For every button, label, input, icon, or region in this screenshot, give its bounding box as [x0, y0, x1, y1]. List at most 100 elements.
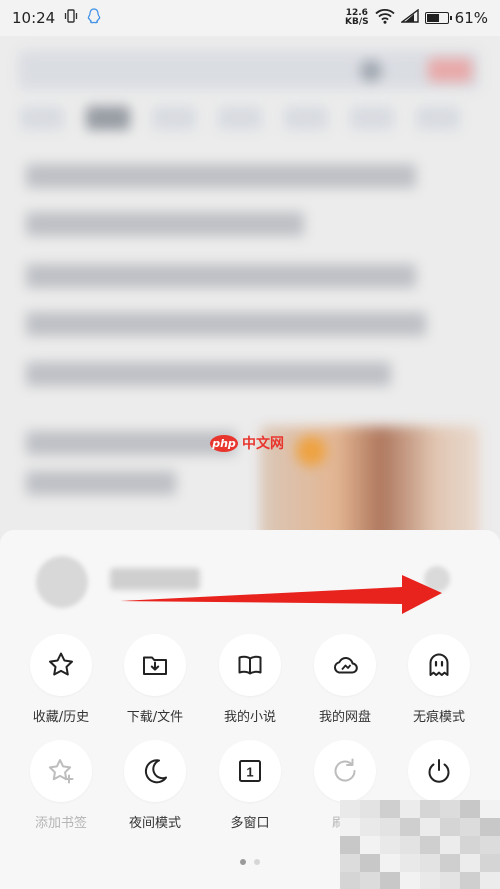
cloud-icon [314, 634, 376, 696]
mosaic-tile [440, 818, 460, 836]
page-dot-active [240, 859, 246, 865]
mosaic-tile [360, 836, 380, 854]
battery-percent: 61% [454, 9, 488, 27]
ghost-icon [408, 634, 470, 696]
blurred-search-bar [18, 50, 480, 90]
mosaic-tile [400, 836, 420, 854]
mosaic-tile [360, 872, 380, 889]
avatar[interactable] [36, 556, 88, 608]
blurred-search-icon [360, 60, 382, 82]
menu-item-label: 添加书签 [34, 816, 87, 831]
mosaic-tile [340, 818, 360, 836]
mosaic-tile [380, 800, 400, 818]
blurred-background-page [0, 36, 500, 556]
menu-item-label: 收藏/历史 [32, 710, 90, 725]
book-icon [219, 634, 281, 696]
network-speed: 12.6 KB/S [345, 9, 369, 27]
menu-item-label: 下载/文件 [126, 710, 184, 725]
page-dot [254, 859, 260, 865]
window-count: 1 [246, 765, 253, 780]
mosaic-tile [340, 800, 360, 818]
menu-item-downloads-files[interactable]: 下载/文件 [109, 634, 201, 734]
network-speed-unit: KB/S [345, 17, 369, 27]
mosaic-tile [340, 854, 360, 872]
mosaic-tile [460, 836, 480, 854]
menu-item-night-mode[interactable]: 夜间模式 [109, 740, 201, 840]
watermark: php 中文网 [210, 433, 284, 453]
mosaic-tile [460, 818, 480, 836]
mosaic-tile [380, 872, 400, 889]
mosaic-tile [480, 800, 500, 818]
menu-item-label: 多窗口 [230, 816, 270, 831]
battery-level [426, 14, 439, 22]
signal-icon [399, 8, 419, 27]
menu-item-multi-window[interactable]: 1 多窗口 [204, 740, 296, 840]
mosaic-tile [420, 800, 440, 818]
mosaic-tile [440, 872, 460, 889]
mosaic-tile [400, 872, 420, 889]
mosaic-tile [380, 836, 400, 854]
blurred-article-line [26, 312, 426, 336]
window-count-icon: 1 [219, 740, 281, 802]
qq-notification-icon [87, 8, 101, 28]
mosaic-tile [420, 872, 440, 889]
user-account-row[interactable] [0, 530, 500, 626]
mosaic-tile [480, 836, 500, 854]
status-bar: 10:24 12.6 KB/S 61% [0, 0, 500, 36]
power-icon [408, 740, 470, 802]
blurred-article-line [26, 164, 416, 188]
mosaic-tile [400, 854, 420, 872]
watermark-logo: php [210, 434, 238, 452]
mosaic-tile [460, 800, 480, 818]
blurred-article-line [26, 264, 416, 288]
vibrate-icon [63, 9, 79, 27]
blurred-tabs [20, 106, 480, 136]
menu-item-label: 我的网盘 [318, 710, 371, 725]
menu-item-my-cloud-drive[interactable]: 我的网盘 [299, 634, 391, 734]
menu-item-favorites-history[interactable]: 收藏/历史 [15, 634, 107, 734]
mosaic-tile [440, 800, 460, 818]
add-bookmark-star-icon [30, 740, 92, 802]
mosaic-tile [340, 872, 360, 889]
mosaic-tile [480, 854, 500, 872]
mosaic-tile [460, 854, 480, 872]
mosaic-tile [420, 818, 440, 836]
username-blurred [110, 568, 200, 590]
mosaic-tile [440, 836, 460, 854]
blurred-article-line [26, 212, 304, 236]
mosaic-tile [440, 854, 460, 872]
mosaic-tile [400, 800, 420, 818]
mosaic-tile [360, 800, 380, 818]
menu-item-label: 夜间模式 [128, 816, 181, 831]
mosaic-tile [420, 836, 440, 854]
status-time: 10:24 [12, 9, 56, 27]
blurred-article-line [26, 431, 236, 455]
mosaic-tile [340, 836, 360, 854]
blurred-search-button [428, 58, 472, 82]
mosaic-tile [460, 872, 480, 889]
mosaic-tile [400, 818, 420, 836]
pixelated-area [340, 800, 500, 889]
menu-item-label: 无痕模式 [412, 710, 465, 725]
mosaic-tile [380, 854, 400, 872]
menu-item-incognito-mode[interactable]: 无痕模式 [393, 634, 485, 734]
blurred-article-line [26, 471, 176, 495]
mosaic-tile [360, 818, 380, 836]
watermark-text: 中文网 [242, 436, 284, 452]
wifi-icon [375, 8, 395, 28]
menu-item-add-bookmark[interactable]: 添加书签 [15, 740, 107, 840]
mosaic-tile [360, 854, 380, 872]
menu-item-my-novels[interactable]: 我的小说 [204, 634, 296, 734]
star-icon [30, 634, 92, 696]
mosaic-tile [480, 818, 500, 836]
settings-icon[interactable] [424, 566, 450, 592]
moon-icon [124, 740, 186, 802]
download-folder-icon [124, 634, 186, 696]
menu-item-label: 我的小说 [223, 710, 276, 725]
blurred-article-line [26, 362, 391, 386]
mosaic-tile [420, 854, 440, 872]
mosaic-tile [480, 872, 500, 889]
refresh-icon [314, 740, 376, 802]
blurred-image-detail [296, 436, 326, 466]
battery-icon [424, 12, 452, 24]
